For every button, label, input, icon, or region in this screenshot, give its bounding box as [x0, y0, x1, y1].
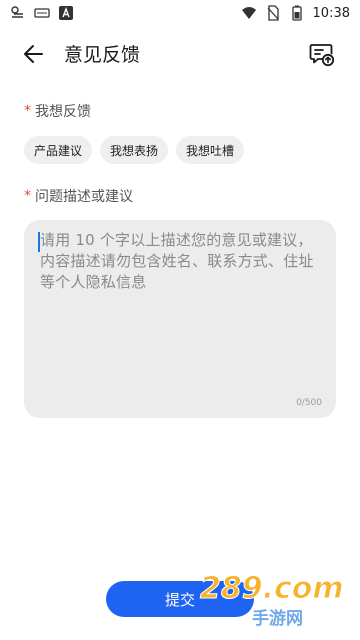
page-title: 意见反馈: [64, 44, 141, 66]
required-mark: *: [24, 188, 31, 204]
status-left-icons: [10, 5, 74, 21]
clock: 10:38: [312, 5, 350, 21]
status-right-icons: 10:38: [241, 5, 350, 21]
wifi-icon: [241, 5, 257, 21]
battery-icon: [289, 5, 305, 21]
feedback-history-icon: [309, 44, 335, 67]
chip-complaint[interactable]: 我想吐槽: [176, 136, 245, 164]
description-label: * 问题描述或建议: [24, 186, 133, 206]
watermark-secondary-text: 手游网: [252, 608, 303, 629]
feedback-type-chips: 产品建议 我想表扬 我想吐槽: [24, 136, 245, 164]
feedback-type-label: * 我想反馈: [24, 101, 91, 121]
arrow-left-icon: [24, 45, 43, 63]
notification-icon: [34, 5, 50, 21]
feedback-type-label-text: 我想反馈: [35, 104, 91, 120]
back-button[interactable]: [18, 38, 50, 70]
description-textarea[interactable]: 请用 10 个字以上描述您的意见或建议，内容描述请勿包含姓名、联系方式、住址等个…: [24, 220, 336, 418]
chip-praise[interactable]: 我想表扬: [100, 136, 169, 164]
description-label-text: 问题描述或建议: [35, 189, 133, 205]
text-cursor: [38, 232, 40, 252]
app-bar: 意见反馈: [0, 30, 360, 76]
feedback-history-button[interactable]: [306, 38, 338, 70]
chip-product-suggestion[interactable]: 产品建议: [24, 136, 93, 164]
description-placeholder: 请用 10 个字以上描述您的意见或建议，内容描述请勿包含姓名、联系方式、住址等个…: [40, 231, 314, 291]
no-sim-icon: [265, 5, 281, 21]
app-a-icon: [58, 5, 74, 21]
submit-button[interactable]: 提交: [106, 581, 254, 617]
character-counter: 0/500: [296, 398, 322, 408]
weather-icon: [10, 5, 26, 21]
status-bar: 10:38: [0, 0, 360, 26]
required-mark: *: [24, 103, 31, 119]
